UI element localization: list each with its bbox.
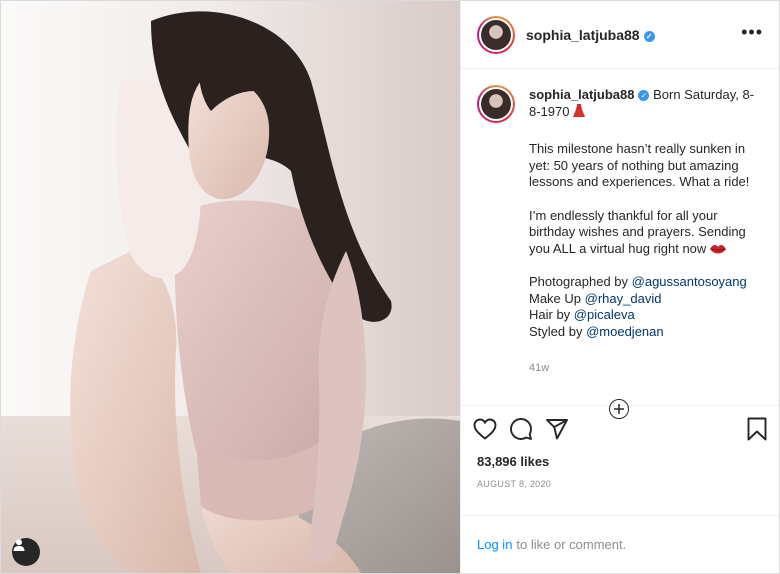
- bookmark-icon[interactable]: [731, 412, 767, 446]
- mention-link[interactable]: @moedjenan: [586, 324, 664, 339]
- send-icon[interactable]: [545, 412, 581, 446]
- post-date: AUGUST 8, 2020: [477, 479, 552, 489]
- post-photo[interactable]: [1, 1, 460, 573]
- caption-username[interactable]: sophia_latjuba88: [529, 87, 634, 102]
- verified-badge-icon: ✓: [643, 30, 655, 42]
- more-options-icon[interactable]: •••: [741, 23, 763, 43]
- post-actions: 83,896 likes AUGUST 8, 2020: [461, 405, 779, 515]
- credit-line: Make Up @rhay_david: [529, 290, 662, 306]
- credit-line: Photographed by @agussantosoyang: [529, 274, 747, 289]
- post-photo-illustration: [1, 1, 460, 573]
- avatar[interactable]: [477, 15, 515, 54]
- caption-avatar[interactable]: [477, 85, 515, 123]
- login-link[interactable]: Log in: [477, 537, 512, 552]
- instagram-post-modal: sophia_latjuba88 ✓ ••• sophia_latjuba88 ✓ …: [0, 0, 780, 574]
- likes-count[interactable]: 83,896 likes: [477, 454, 767, 469]
- credit-line: Styled by @moedjenan: [529, 323, 664, 339]
- post-header: sophia_latjuba88 ✓ •••: [461, 1, 779, 69]
- heart-icon[interactable]: [473, 412, 509, 446]
- verified-badge-icon: ✓: [638, 90, 650, 101]
- header-username[interactable]: sophia_latjuba88 ✓: [526, 27, 655, 43]
- plus-circle-icon[interactable]: [609, 399, 629, 419]
- mention-link[interactable]: @picaleva: [574, 307, 635, 322]
- credit-line: Hair by @picaleva: [529, 307, 635, 322]
- lips-emoji-icon: [709, 244, 726, 253]
- comments-section: sophia_latjuba88 ✓ Born Saturday, 8-8-197…: [461, 69, 779, 419]
- mention-link[interactable]: @agussantosoyang: [632, 274, 747, 289]
- header-username-text[interactable]: sophia_latjuba88: [526, 27, 640, 43]
- dress-emoji-icon: [573, 103, 586, 117]
- caption-row: sophia_latjuba88 ✓ Born Saturday, 8-8-197…: [477, 85, 763, 377]
- mention-link[interactable]: @rhay_david: [585, 291, 662, 306]
- comment-icon[interactable]: [509, 412, 545, 446]
- login-prompt: Log in to like or comment.: [461, 515, 779, 573]
- user-tag-icon[interactable]: [12, 538, 40, 566]
- caption-timestamp[interactable]: 41w: [529, 360, 763, 377]
- caption-credits: Photographed by @agussantosoyang Make Up…: [529, 274, 763, 340]
- login-prompt-text: to like or comment.: [516, 537, 627, 552]
- caption: sophia_latjuba88 ✓ Born Saturday, 8-8-197…: [529, 87, 763, 377]
- caption-paragraph-1: This milestone hasn’t really sunken in y…: [529, 141, 750, 189]
- post-details-panel: sophia_latjuba88 ✓ ••• sophia_latjuba88 ✓ …: [460, 1, 779, 573]
